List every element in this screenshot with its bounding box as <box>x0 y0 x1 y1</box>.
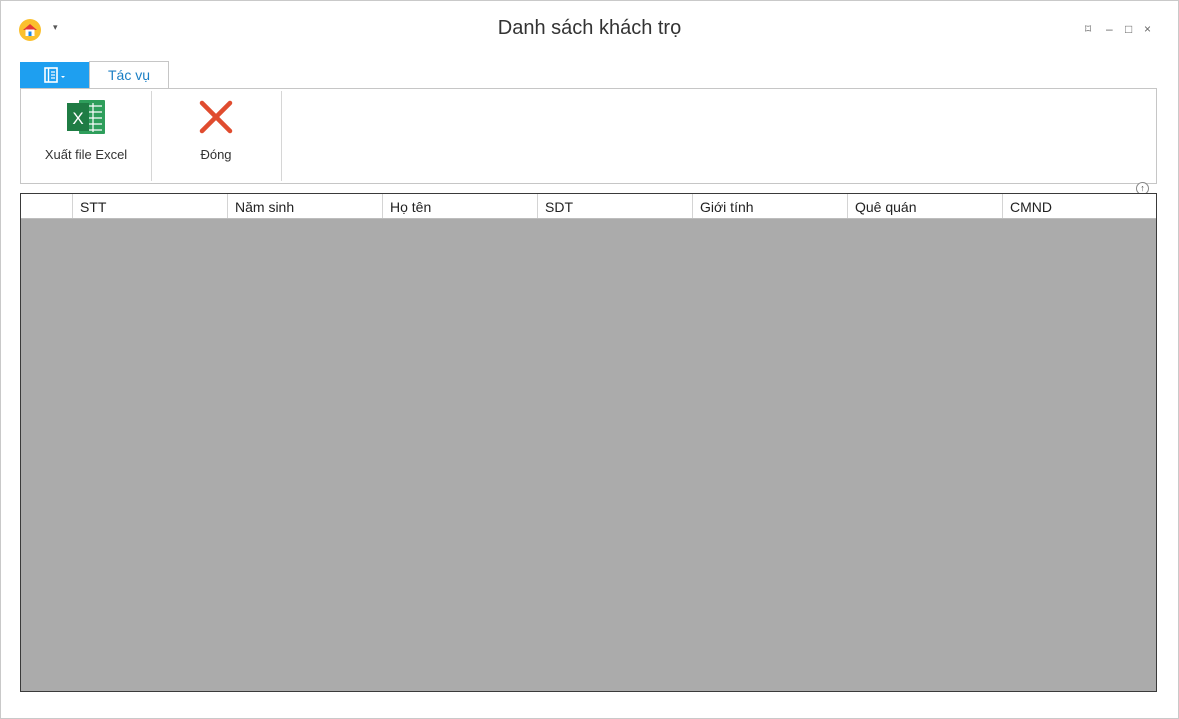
maximize-icon[interactable]: □ <box>1125 22 1132 36</box>
excel-icon: X <box>65 97 107 137</box>
window-title: Danh sách khách trọ <box>497 17 682 39</box>
ribbon-separator <box>151 91 152 181</box>
file-menu-icon <box>43 67 65 83</box>
column-header-stt[interactable]: STT <box>72 194 227 218</box>
ribbon-separator <box>281 91 282 181</box>
close-icon[interactable]: × <box>1144 22 1151 36</box>
ribbon-panel: X Xuất file Excel Đóng <box>20 88 1157 184</box>
column-header-que-quan[interactable]: Quê quán <box>847 194 1002 218</box>
close-form-label: Đóng <box>200 147 232 162</box>
minimize-icon[interactable]: – <box>1106 22 1113 36</box>
file-menu-tab[interactable] <box>20 62 89 88</box>
export-excel-button[interactable]: X Xuất file Excel <box>41 97 131 169</box>
grid-header: STT Năm sinh Họ tên SDT Giới tính Quê qu… <box>21 194 1156 219</box>
tab-tac-vu[interactable]: Tác vụ <box>89 61 169 88</box>
svg-text:X: X <box>72 109 83 128</box>
column-header-cmnd[interactable]: CMND <box>1002 194 1156 218</box>
close-x-icon <box>198 97 234 137</box>
close-form-button[interactable]: Đóng <box>171 97 261 169</box>
export-excel-label: Xuất file Excel <box>44 147 128 162</box>
window: ▾ Danh sách khách trọ ⌑ – □ × Tác vụ X X… <box>0 0 1179 719</box>
restore-icon[interactable]: ⌑ <box>1085 22 1091 36</box>
column-header-nam-sinh[interactable]: Năm sinh <box>227 194 382 218</box>
column-header-sdt[interactable]: SDT <box>537 194 692 218</box>
column-header-gioi-tinh[interactable]: Giới tính <box>692 194 847 218</box>
column-header-ho-ten[interactable]: Họ tên <box>382 194 537 218</box>
data-grid[interactable]: STT Năm sinh Họ tên SDT Giới tính Quê qu… <box>20 193 1157 692</box>
row-indicator-header <box>21 194 72 218</box>
